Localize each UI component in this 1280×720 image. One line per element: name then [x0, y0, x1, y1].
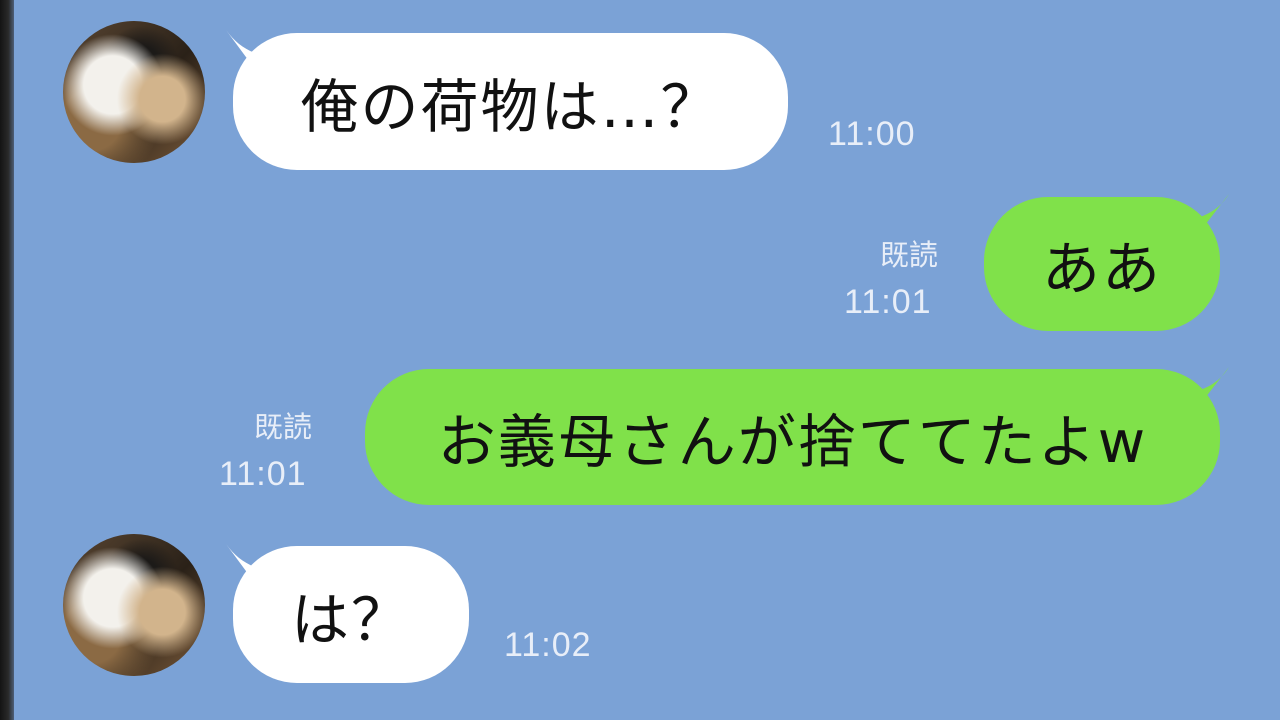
message-time: 11:00 — [828, 115, 916, 153]
chat-thread[interactable]: 俺の荷物は…？ 11:00 既読 11:01 ああ 既読 11:01 お義母さん… — [0, 0, 1280, 720]
read-receipt: 既読 — [880, 238, 939, 272]
message-time: 11:01 — [844, 283, 932, 321]
message-text: ああ — [1041, 235, 1162, 303]
message-bubble-outgoing[interactable]: お義母さんが捨ててたよw — [365, 369, 1220, 505]
partner-avatar[interactable] — [63, 534, 205, 676]
message-text: 俺の荷物は…？ — [300, 72, 721, 141]
message-bubble-incoming[interactable]: は？ — [233, 546, 469, 683]
read-receipt: 既読 — [254, 410, 313, 444]
message-bubble-outgoing[interactable]: ああ — [984, 197, 1220, 331]
partner-avatar[interactable] — [63, 21, 205, 163]
message-text: は？ — [290, 585, 411, 654]
message-bubble-incoming[interactable]: 俺の荷物は…？ — [233, 33, 788, 170]
message-time: 11:02 — [504, 626, 592, 664]
message-text: お義母さんが捨ててたよw — [437, 408, 1148, 476]
message-time: 11:01 — [219, 455, 307, 493]
